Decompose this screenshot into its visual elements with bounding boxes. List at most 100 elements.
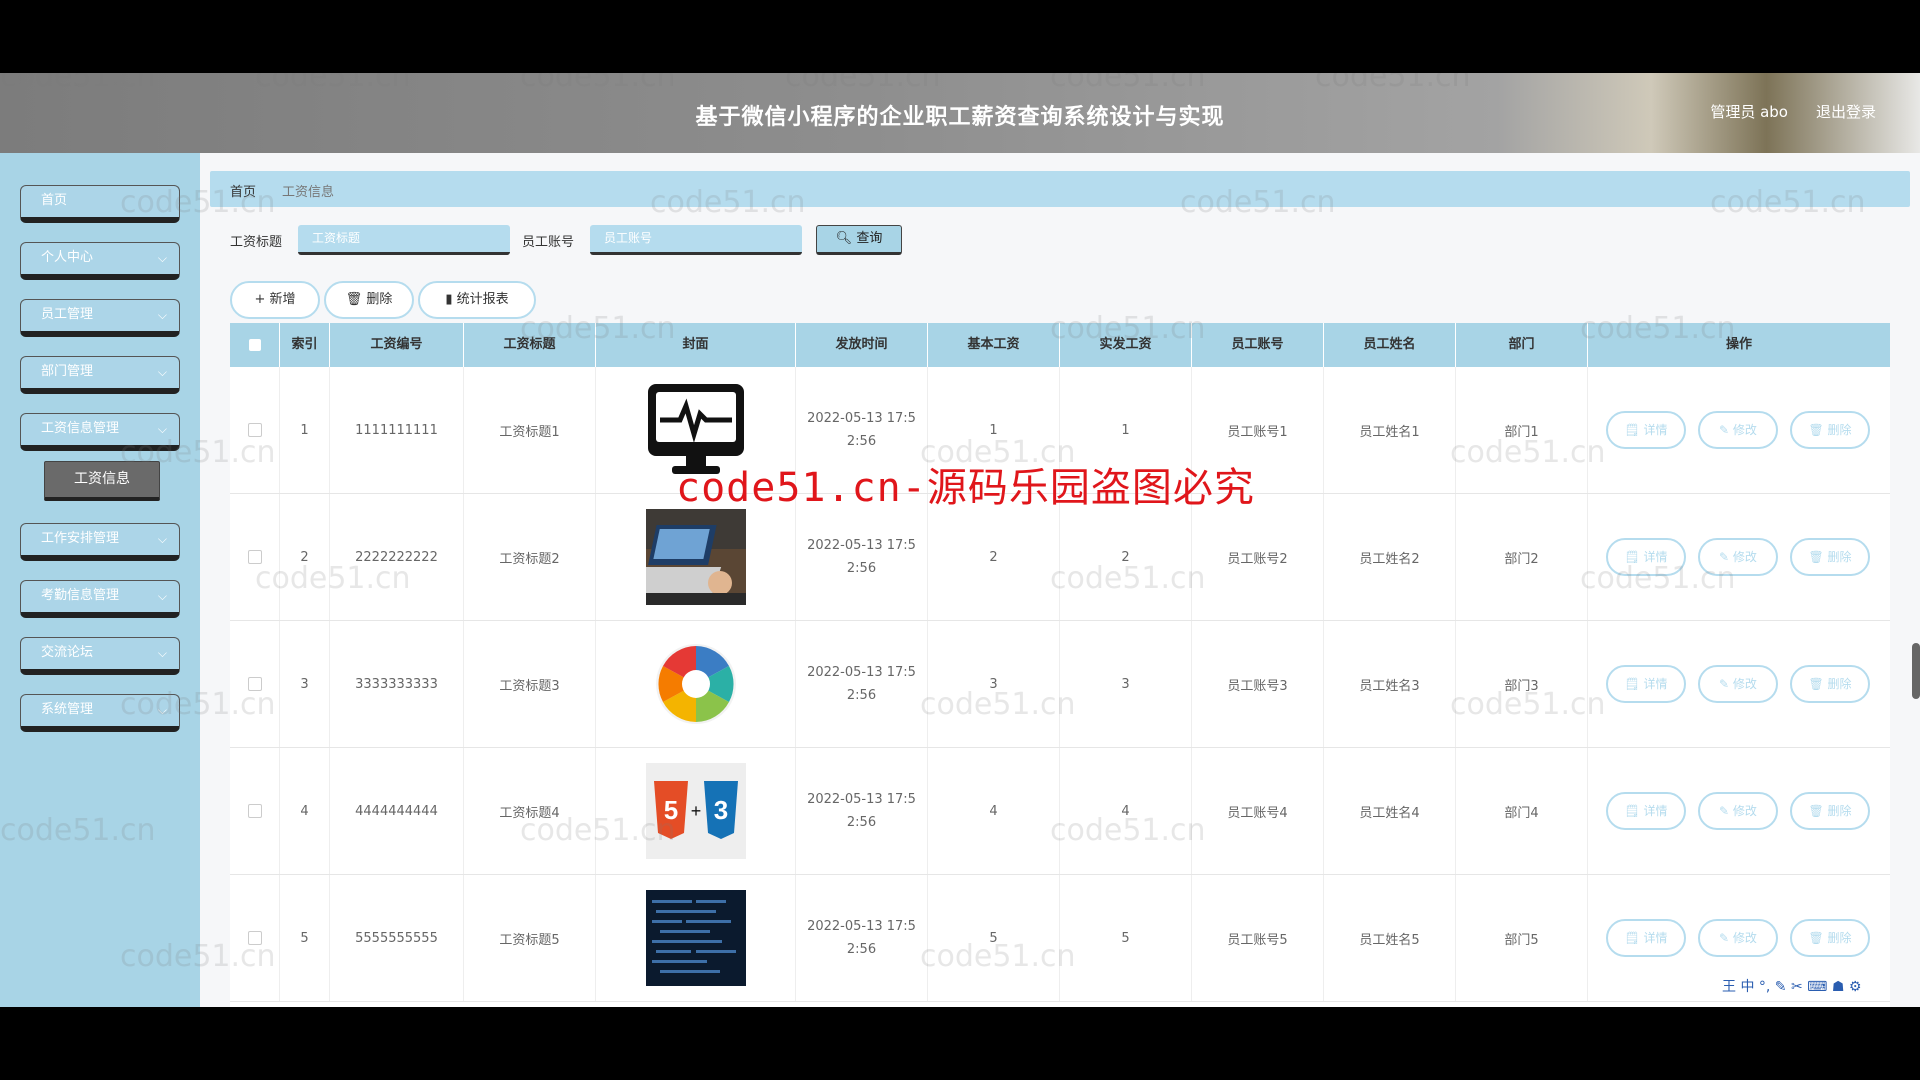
delete-label: 删除: [1827, 931, 1852, 945]
row-checkbox[interactable]: [247, 550, 262, 564]
top-header: 基于微信小程序的企业职工薪资查询系统设计与实现 管理员 abo 退出登录: [0, 73, 1920, 153]
account-value: 员工账号1: [1227, 424, 1288, 440]
row-checkbox[interactable]: [247, 931, 262, 945]
index-value: 1: [300, 422, 309, 438]
column-header: 工资标题: [464, 323, 596, 367]
column-header: 操作: [1725, 337, 1752, 352]
detail-label: 详情: [1643, 931, 1668, 945]
sidebar-item-departments[interactable]: 部门管理 ⌵: [20, 356, 180, 394]
sidebar-subitem-salary-info[interactable]: 工资信息: [44, 461, 160, 501]
table-row[interactable]: 3 3333333333 工资标题3 2022-05-13 17:5 2:56 3 3 员工账…: [230, 621, 1890, 748]
detail-button[interactable]: 🗒︎ 详情: [1606, 411, 1686, 449]
account-cell: 员工账号5: [1192, 875, 1324, 1001]
edit-button[interactable]: ✎ 修改: [1698, 538, 1778, 576]
sidebar-item-system[interactable]: 系统管理 ⌵: [20, 694, 180, 732]
index-value: 3: [300, 676, 309, 692]
account-filter-label: 员工账号: [522, 235, 575, 250]
row-checkbox[interactable]: [247, 804, 262, 818]
plus-icon: +: [254, 292, 266, 307]
name-cell: 员工姓名1: [1324, 367, 1456, 493]
operations-cell: 🗒︎ 详情 ✎ 修改 🗑︎ 删除: [1588, 367, 1890, 493]
chevron-down-icon: ⌵: [157, 422, 167, 436]
base-value: 5: [989, 930, 998, 946]
delete-label: 删除: [1827, 423, 1852, 437]
index-value: 2: [300, 549, 309, 565]
report-button[interactable]: ▮ 统计报表: [418, 281, 536, 319]
sidebar-item-forum[interactable]: 交流论坛 ⌵: [20, 637, 180, 675]
code-value: 3333333333: [355, 676, 438, 692]
base-value: 1: [989, 422, 998, 438]
account-cell: 员工账号4: [1192, 748, 1324, 874]
account-value: 员工账号2: [1227, 551, 1288, 567]
edit-button[interactable]: ✎ 修改: [1698, 665, 1778, 703]
add-button[interactable]: + 新增: [230, 281, 320, 319]
column-header: 封面: [596, 323, 796, 367]
detail-button[interactable]: 🗒︎ 详情: [1606, 792, 1686, 830]
pencil-icon: ✎: [1719, 677, 1733, 691]
title-search-input[interactable]: 工资标题: [298, 225, 510, 255]
chevron-down-icon: ⌵: [157, 308, 167, 322]
sidebar-item-schedule[interactable]: 工作安排管理 ⌵: [20, 523, 180, 561]
row-delete-button[interactable]: 🗑︎ 删除: [1790, 919, 1870, 957]
doc-icon: 🗒︎: [1624, 677, 1644, 691]
select-all-checkbox[interactable]: [248, 339, 261, 351]
logout-link[interactable]: 退出登录: [1816, 101, 1876, 122]
table-row[interactable]: 4 4444444444 工资标题4 5 +3 2022-05-13 17:5 2:56 4 4…: [230, 748, 1890, 875]
sidebar-item-label: 系统管理: [41, 702, 94, 717]
delete-button[interactable]: 🗑︎ 删除: [324, 281, 414, 319]
edit-button[interactable]: ✎ 修改: [1698, 792, 1778, 830]
detail-button[interactable]: 🗒︎ 详情: [1606, 665, 1686, 703]
index-cell: 5: [280, 875, 330, 1001]
row-checkbox[interactable]: [247, 423, 262, 437]
bar-chart-icon: ▮: [445, 292, 453, 307]
column-header: 实发工资: [1060, 323, 1192, 367]
code-value: 1111111111: [355, 422, 438, 438]
row-checkbox[interactable]: [247, 677, 262, 691]
row-delete-button[interactable]: 🗑︎ 删除: [1790, 538, 1870, 576]
account-search-input[interactable]: 员工账号: [590, 225, 802, 255]
row-delete-button[interactable]: 🗑︎ 删除: [1790, 411, 1870, 449]
main-content: 首页 工资信息 工资标题 工资标题 员工账号 员工账号 🔍︎ 查询 + 新增 🗑…: [200, 153, 1920, 1007]
edit-button[interactable]: ✎ 修改: [1698, 919, 1778, 957]
actual-value: 4: [1121, 803, 1130, 819]
column-header: 工资编号: [330, 323, 464, 367]
code-cell: 5555555555: [330, 875, 464, 1001]
name-value: 员工姓名5: [1359, 932, 1420, 948]
edit-button[interactable]: ✎ 修改: [1698, 411, 1778, 449]
code-cell: 2222222222: [330, 494, 464, 620]
sidebar-item-home[interactable]: 首页: [20, 185, 180, 223]
watermark-banner: code51.cn-源码乐园盗图必究: [676, 465, 1255, 511]
query-button[interactable]: 🔍︎ 查询: [816, 225, 902, 255]
row-delete-button[interactable]: 🗑︎ 删除: [1790, 665, 1870, 703]
row-delete-button[interactable]: 🗑︎ 删除: [1790, 792, 1870, 830]
sidebar-item-attendance[interactable]: 考勤信息管理 ⌵: [20, 580, 180, 618]
select-all-cell: [230, 323, 280, 367]
table-row[interactable]: 2 2222222222 工资标题2 2022-05-13 17:5 2:56 2 2 员工账…: [230, 494, 1890, 621]
sidebar-item-salary[interactable]: 工资信息管理 ⌵: [20, 413, 180, 451]
code-cell: 4444444444: [330, 748, 464, 874]
edit-label: 修改: [1732, 550, 1757, 564]
operations-cell: 🗒︎ 详情 ✎ 修改 🗑︎ 删除: [1588, 748, 1890, 874]
detail-button[interactable]: 🗒︎ 详情: [1606, 919, 1686, 957]
base-cell: 5: [928, 875, 1060, 1001]
sidebar-item-profile[interactable]: 个人中心 ⌵: [20, 242, 180, 280]
table-header: 索引 工资编号 工资标题 封面 发放时间 基本工资 实发工资 员工账号 员工姓名…: [230, 323, 1890, 367]
ime-toolbar[interactable]: 王 中 °, ✎ ✂ ⌨ ☗ ⚙: [1722, 976, 1912, 1000]
title-cell: 工资标题2: [464, 494, 596, 620]
account-cell: 员工账号3: [1192, 621, 1324, 747]
actual-value: 3: [1121, 676, 1130, 692]
breadcrumb-home[interactable]: 首页: [230, 181, 256, 200]
index-cell: 2: [280, 494, 330, 620]
detail-button[interactable]: 🗒︎ 详情: [1606, 538, 1686, 576]
title-value: 工资标题1: [499, 424, 560, 440]
table-row[interactable]: 5 5555555555 工资标题5 2022-05-13 17:5 2:56 5 5 员工账…: [230, 875, 1890, 1002]
sidebar-item-employees[interactable]: 员工管理 ⌵: [20, 299, 180, 337]
code-value: 4444444444: [355, 803, 438, 819]
chevron-down-icon: ⌵: [157, 365, 167, 379]
cover-cell: [596, 621, 796, 747]
svg-text:5: 5: [663, 795, 677, 825]
base-value: 3: [989, 676, 998, 692]
title-filter-label: 工资标题: [230, 235, 283, 250]
actual-value: 2: [1121, 549, 1130, 565]
scrollbar-handle[interactable]: [1912, 643, 1920, 699]
